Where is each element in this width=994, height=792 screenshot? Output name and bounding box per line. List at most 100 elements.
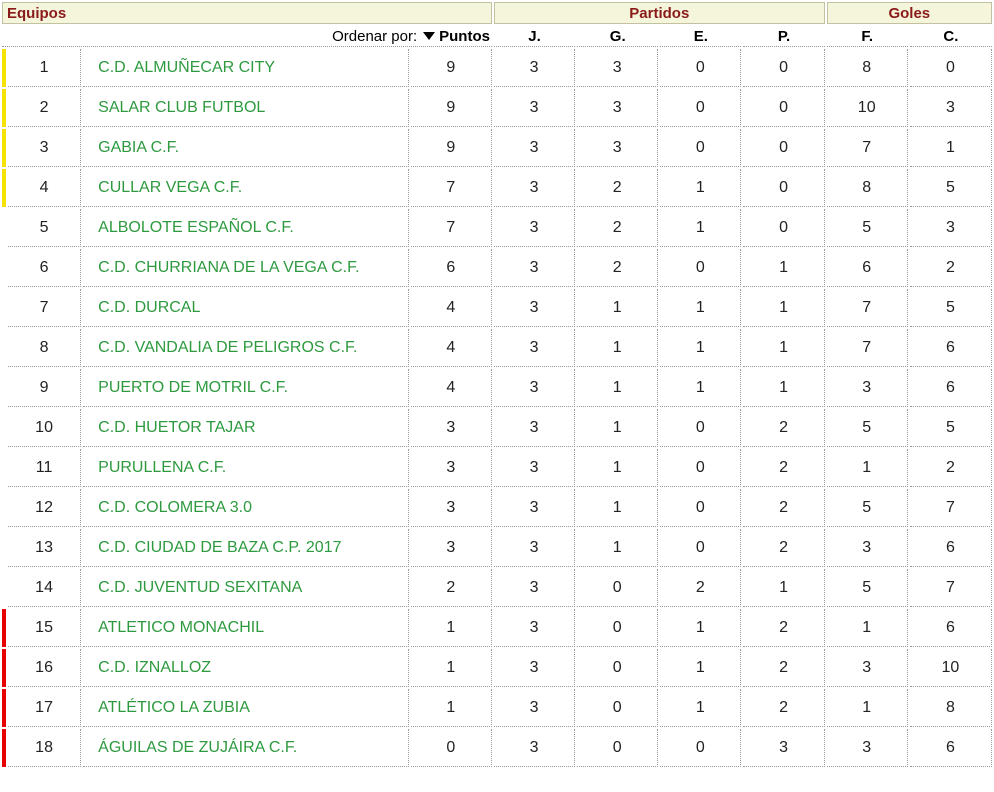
team-name-link[interactable]: C.D. DURCAL — [83, 289, 409, 327]
team-name-link[interactable]: SALAR CLUB FUTBOL — [83, 89, 409, 127]
table-row: 16 C.D. IZNALLOZ 1 3 0 1 2 3 10 — [2, 649, 992, 687]
team-name-link[interactable]: ALBOLOTE ESPAÑOL C.F. — [83, 209, 409, 247]
goals-against-cell: 6 — [909, 329, 992, 367]
table-row: 2 SALAR CLUB FUTBOL 9 3 3 0 0 10 3 — [2, 89, 992, 127]
col-header-e[interactable]: E. — [660, 26, 742, 47]
goles-heading: Goles — [826, 2, 992, 24]
goals-for-cell: 5 — [826, 409, 908, 447]
goals-against-cell: 3 — [909, 89, 992, 127]
team-name-link[interactable]: ATLÉTICO LA ZUBIA — [83, 689, 409, 727]
zone-marker-empty — [2, 569, 6, 607]
zone-marker-empty — [2, 449, 6, 487]
points-cell: 3 — [410, 409, 492, 447]
position-cell: 4 — [8, 169, 82, 207]
table-row: 5 ALBOLOTE ESPAÑOL C.F. 7 3 2 1 0 5 3 — [2, 209, 992, 247]
sort-control[interactable]: Ordenar por: Puntos — [2, 26, 492, 47]
sort-key-puntos[interactable]: Puntos — [439, 28, 490, 45]
points-cell: 1 — [410, 609, 492, 647]
table-row: 15 ATLETICO MONACHIL 1 3 0 1 2 1 6 — [2, 609, 992, 647]
position-cell: 18 — [8, 729, 82, 767]
lost-cell: 1 — [743, 249, 825, 287]
zone-marker-empty — [2, 249, 6, 287]
lost-cell: 0 — [743, 89, 825, 127]
team-name-link[interactable]: ATLETICO MONACHIL — [83, 609, 409, 647]
points-cell: 1 — [410, 649, 492, 687]
team-name-link[interactable]: C.D. HUETOR TAJAR — [83, 409, 409, 447]
lost-cell: 1 — [743, 569, 825, 607]
goals-against-cell: 5 — [909, 409, 992, 447]
played-cell: 3 — [493, 249, 576, 287]
col-header-p[interactable]: P. — [743, 26, 825, 47]
goals-against-cell: 6 — [909, 729, 992, 767]
played-cell: 3 — [493, 329, 576, 367]
won-cell: 1 — [577, 289, 659, 327]
goals-for-cell: 5 — [826, 209, 908, 247]
position-cell: 11 — [8, 449, 82, 487]
played-cell: 3 — [493, 129, 576, 167]
points-cell: 3 — [410, 529, 492, 567]
goals-against-cell: 6 — [909, 529, 992, 567]
col-header-c[interactable]: C. — [909, 26, 992, 47]
goals-for-cell: 8 — [826, 169, 908, 207]
lost-cell: 2 — [743, 609, 825, 647]
team-name-link[interactable]: C.D. ALMUÑECAR CITY — [83, 49, 409, 87]
drawn-cell: 0 — [660, 449, 742, 487]
drawn-cell: 0 — [660, 129, 742, 167]
team-name-link[interactable]: C.D. VANDALIA DE PELIGROS C.F. — [83, 329, 409, 367]
played-cell: 3 — [493, 689, 576, 727]
team-name-link[interactable]: PURULLENA C.F. — [83, 449, 409, 487]
drawn-cell: 0 — [660, 49, 742, 87]
position-cell: 5 — [8, 209, 82, 247]
goals-against-cell: 0 — [909, 49, 992, 87]
goals-for-cell: 8 — [826, 49, 908, 87]
team-name-link[interactable]: C.D. CHURRIANA DE LA VEGA C.F. — [83, 249, 409, 287]
table-row: 9 PUERTO DE MOTRIL C.F. 4 3 1 1 1 3 6 — [2, 369, 992, 407]
sort-down-arrow-icon[interactable] — [423, 31, 436, 40]
won-cell: 2 — [577, 249, 659, 287]
table-row: 13 C.D. CIUDAD DE BAZA C.P. 2017 3 3 1 0 2 3 6 — [2, 529, 992, 567]
played-cell: 3 — [493, 49, 576, 87]
col-header-j[interactable]: J. — [493, 26, 576, 47]
played-cell: 3 — [493, 209, 576, 247]
team-name-link[interactable]: C.D. JUVENTUD SEXITANA — [83, 569, 409, 607]
zone-marker-empty — [2, 329, 6, 367]
team-name-link[interactable]: C.D. CIUDAD DE BAZA C.P. 2017 — [83, 529, 409, 567]
position-cell: 6 — [8, 249, 82, 287]
team-name-link[interactable]: C.D. COLOMERA 3.0 — [83, 489, 409, 527]
column-header-row: Ordenar por: Puntos J. G. E. P. F. C. — [2, 26, 992, 47]
team-name-link[interactable]: PUERTO DE MOTRIL C.F. — [83, 369, 409, 407]
goals-against-cell: 6 — [909, 369, 992, 407]
won-cell: 1 — [577, 409, 659, 447]
won-cell: 0 — [577, 689, 659, 727]
played-cell: 3 — [493, 409, 576, 447]
points-cell: 4 — [410, 329, 492, 367]
team-name-link[interactable]: CULLAR VEGA C.F. — [83, 169, 409, 207]
played-cell: 3 — [493, 489, 576, 527]
won-cell: 0 — [577, 649, 659, 687]
team-name-link[interactable]: ÁGUILAS DE ZUJÁIRA C.F. — [83, 729, 409, 767]
lost-cell: 2 — [743, 689, 825, 727]
points-cell: 9 — [410, 89, 492, 127]
lost-cell: 1 — [743, 369, 825, 407]
standings-table: Equipos Partidos Goles Ordenar por: Punto… — [0, 0, 994, 769]
team-name-link[interactable]: GABIA C.F. — [83, 129, 409, 167]
team-name-link[interactable]: C.D. IZNALLOZ — [83, 649, 409, 687]
equipos-heading: Equipos — [2, 2, 492, 24]
goals-for-cell: 3 — [826, 529, 908, 567]
drawn-cell: 1 — [660, 329, 742, 367]
zone-marker-empty — [2, 409, 6, 447]
goals-against-cell: 7 — [909, 569, 992, 607]
col-header-g[interactable]: G. — [577, 26, 659, 47]
won-cell: 2 — [577, 209, 659, 247]
lost-cell: 2 — [743, 529, 825, 567]
lost-cell: 3 — [743, 729, 825, 767]
played-cell: 3 — [493, 529, 576, 567]
group-header-row: Equipos Partidos Goles — [2, 2, 992, 24]
drawn-cell: 0 — [660, 89, 742, 127]
table-row: 18 ÁGUILAS DE ZUJÁIRA C.F. 0 3 0 0 3 3 6 — [2, 729, 992, 767]
goals-for-cell: 5 — [826, 569, 908, 607]
points-cell: 9 — [410, 49, 492, 87]
goals-for-cell: 5 — [826, 489, 908, 527]
position-cell: 2 — [8, 89, 82, 127]
col-header-f[interactable]: F. — [826, 26, 908, 47]
